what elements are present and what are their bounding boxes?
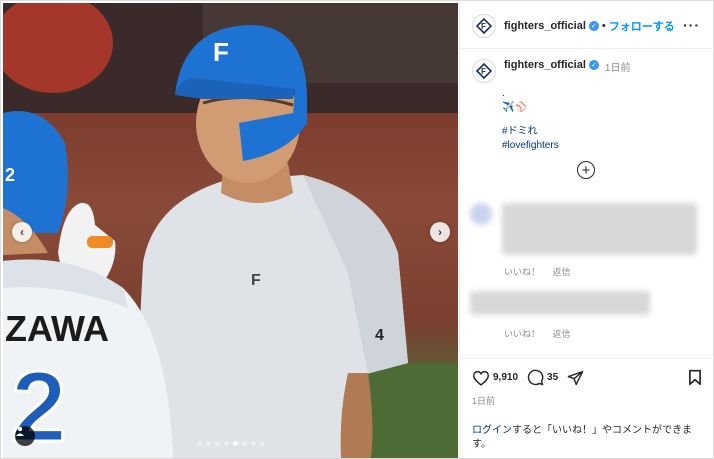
carousel-dot (232, 441, 238, 446)
carousel-dot (250, 441, 256, 446)
comment-like-button[interactable]: いいね！ (504, 329, 540, 339)
comment-icon[interactable] (527, 369, 544, 386)
hashtag-link[interactable]: #ドミれ (502, 125, 702, 139)
caption-emoji: ✈️⚾ (502, 102, 527, 113)
post-actions: 9,910 35 1日前 ログインすると「いいね！」やコメントができます。 (460, 358, 714, 458)
carousel-dot (241, 441, 247, 446)
heart-icon[interactable] (472, 370, 490, 386)
carousel-indicator (3, 441, 458, 446)
svg-text:F: F (481, 67, 486, 76)
bookmark-icon[interactable] (688, 369, 702, 386)
share-icon[interactable] (567, 370, 584, 386)
avatar (470, 203, 492, 225)
comment-reply-button[interactable]: 返信 (553, 267, 571, 277)
login-link[interactable]: ログイン (472, 425, 512, 436)
caption: F fighters_official ✓ 1日前 . ✈️⚾ #ドミれ #lo… (472, 59, 702, 153)
comment-actions: いいね！ 返信 (504, 327, 581, 340)
load-more-comments-icon[interactable]: + (577, 161, 595, 179)
comment-like-button[interactable]: いいね！ (504, 267, 540, 277)
verified-badge-icon: ✓ (588, 60, 599, 70)
post-photo[interactable]: F F 4 ZAWA 2 2 ‹ › (3, 3, 458, 458)
carousel-next-button[interactable]: › (430, 222, 450, 242)
list-item (470, 291, 650, 315)
post-sidebar: F fighters_official ✓ • フォローする ··· F fig… (459, 3, 714, 458)
avatar[interactable]: F (472, 13, 496, 38)
header-separator: • (601, 19, 606, 32)
svg-text:2: 2 (5, 165, 15, 185)
like-count: 9,910 (493, 372, 519, 383)
hashtag-link[interactable]: #lovefighters (502, 139, 702, 153)
more-options-icon[interactable]: ··· (683, 17, 700, 33)
carousel-prev-button[interactable]: ‹ (12, 222, 32, 242)
fighters-logo-icon: F (476, 63, 492, 79)
caption-username[interactable]: fighters_official (504, 59, 586, 71)
chest-logo: F (251, 272, 261, 289)
fighters-logo-icon: F (476, 17, 492, 34)
comment-reply-button[interactable]: 返信 (553, 329, 571, 339)
post-date: 1日前 (472, 396, 496, 406)
baseball-player-illustration: F F 4 ZAWA 2 2 (3, 3, 458, 458)
carousel-dot (196, 441, 202, 446)
login-prompt: ログインすると「いいね！」やコメントができます。 (472, 424, 704, 452)
caption-body: . ✈️⚾ #ドミれ #lovefighters (502, 87, 702, 153)
follow-button[interactable]: フォローする (609, 18, 675, 34)
carousel-dot (205, 441, 211, 446)
caption-avatar[interactable]: F (472, 59, 496, 83)
header-username[interactable]: fighters_official (504, 20, 586, 32)
caption-dot-line: . (502, 88, 505, 99)
svg-text:F: F (481, 22, 486, 31)
post-header: F fighters_official ✓ • フォローする ··· (460, 3, 714, 49)
carousel-dot (259, 441, 265, 446)
list-item (502, 203, 697, 255)
carousel-dot (223, 441, 229, 446)
comment-actions: いいね！ 返信 (504, 265, 581, 278)
sleeve-number: 4 (375, 327, 384, 344)
comment-count: 35 (547, 372, 559, 383)
instagram-post-embed: F F 4 ZAWA 2 2 ‹ › F fighters_official ✓… (0, 0, 714, 459)
jersey-name: ZAWA (5, 308, 109, 349)
helmet-logo: F (213, 37, 229, 67)
caption-time: 1日前 (604, 63, 631, 74)
carousel-dot (214, 441, 220, 446)
verified-badge-icon: ✓ (588, 20, 599, 31)
